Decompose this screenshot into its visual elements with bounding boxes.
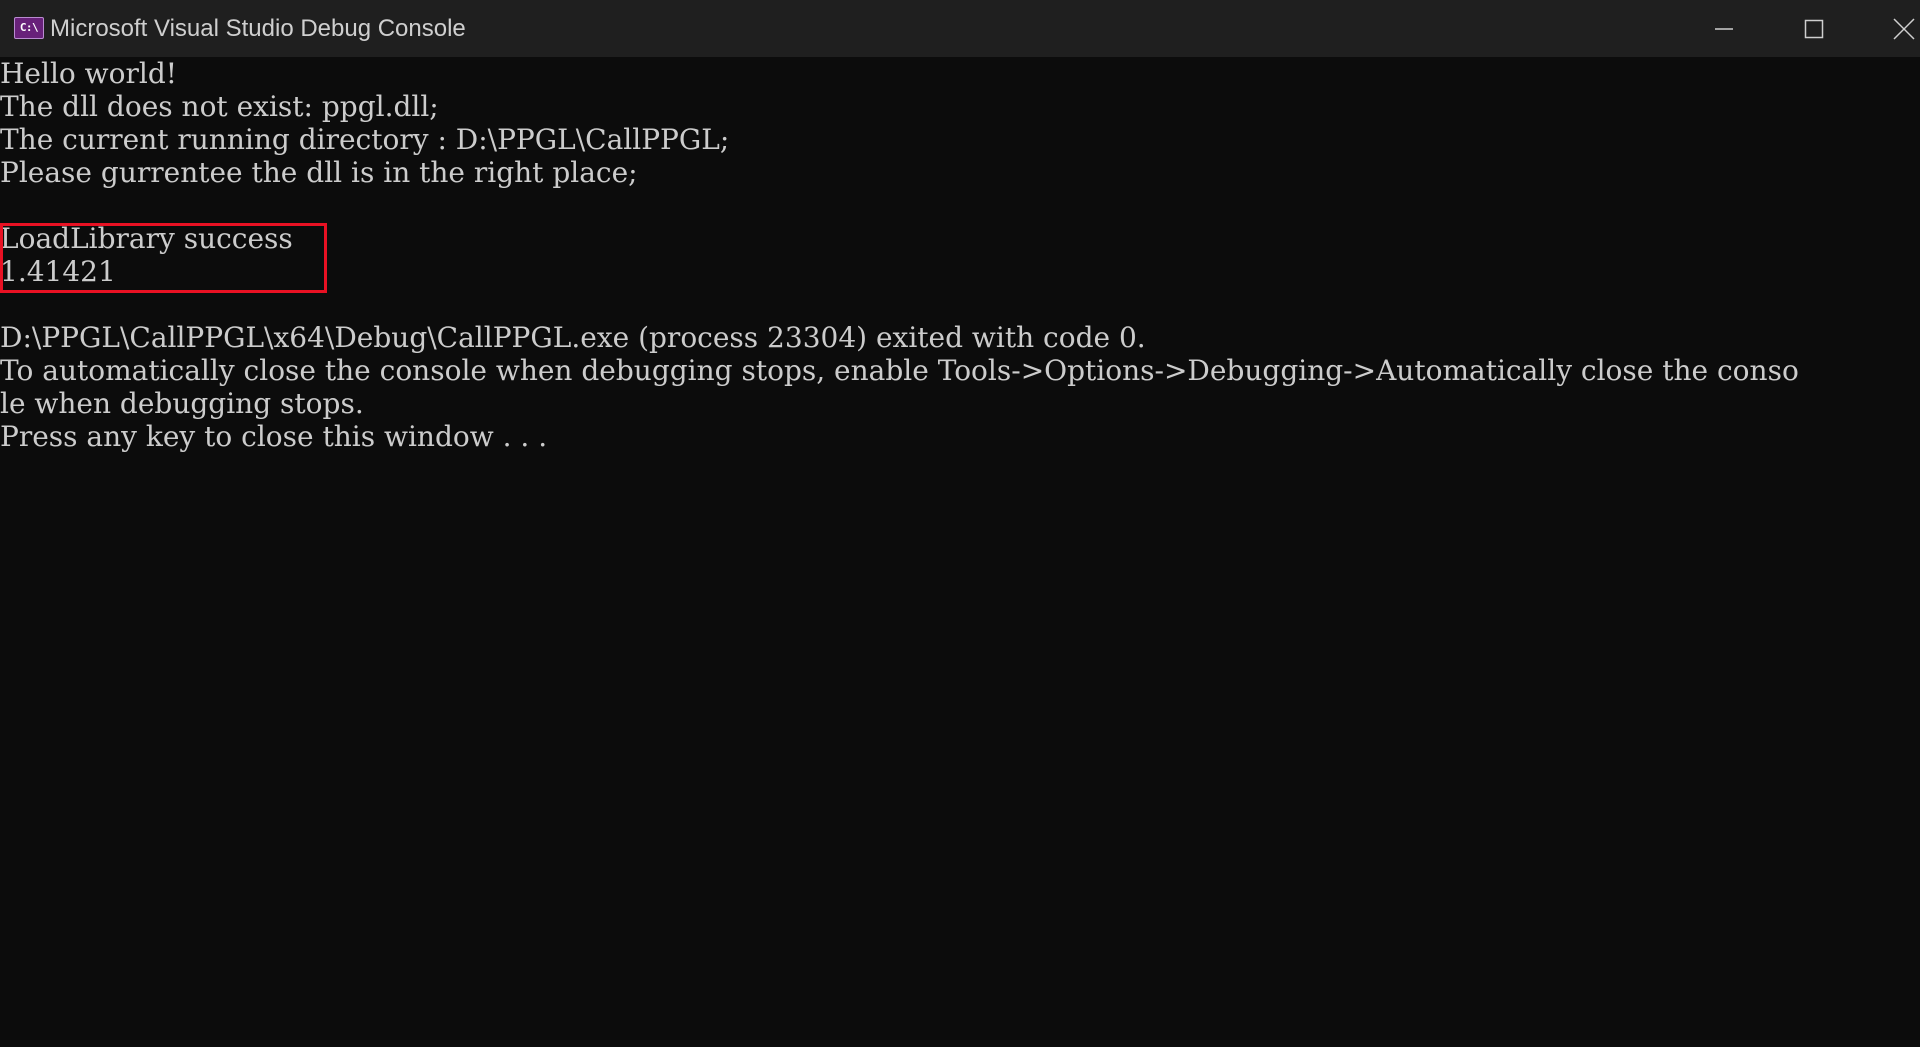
console-app-icon: C:\ [14, 17, 44, 39]
console-line: Please gurrentee the dll is in the right… [0, 156, 638, 189]
close-icon [1893, 17, 1915, 40]
console-line-press-any-key: Press any key to close this window . . . [0, 420, 548, 453]
highlight-box [0, 223, 327, 293]
maximize-icon [1804, 19, 1824, 38]
console-line: le when debugging stops. [0, 387, 364, 420]
console-line: To automatically close the console when … [0, 354, 1799, 387]
console-line: Hello world! [0, 57, 177, 90]
console-line: The dll does not exist: ppgl.dll; [0, 90, 439, 123]
minimize-button[interactable] [1688, 0, 1760, 57]
console-line: The current running directory : D:\PPGL\… [0, 123, 730, 156]
window-title: Microsoft Visual Studio Debug Console [50, 15, 466, 42]
maximize-button[interactable] [1778, 0, 1850, 57]
minimize-icon [1715, 27, 1733, 30]
console-output[interactable]: Hello world! The dll does not exist: ppg… [0, 57, 1920, 1047]
title-bar[interactable]: C:\ Microsoft Visual Studio Debug Consol… [0, 0, 1920, 57]
debug-console-window: C:\ Microsoft Visual Studio Debug Consol… [0, 0, 1920, 1047]
console-line-exit-code: D:\PPGL\CallPPGL\x64\Debug\CallPPGL.exe … [0, 321, 1146, 354]
close-button[interactable] [1868, 0, 1920, 57]
